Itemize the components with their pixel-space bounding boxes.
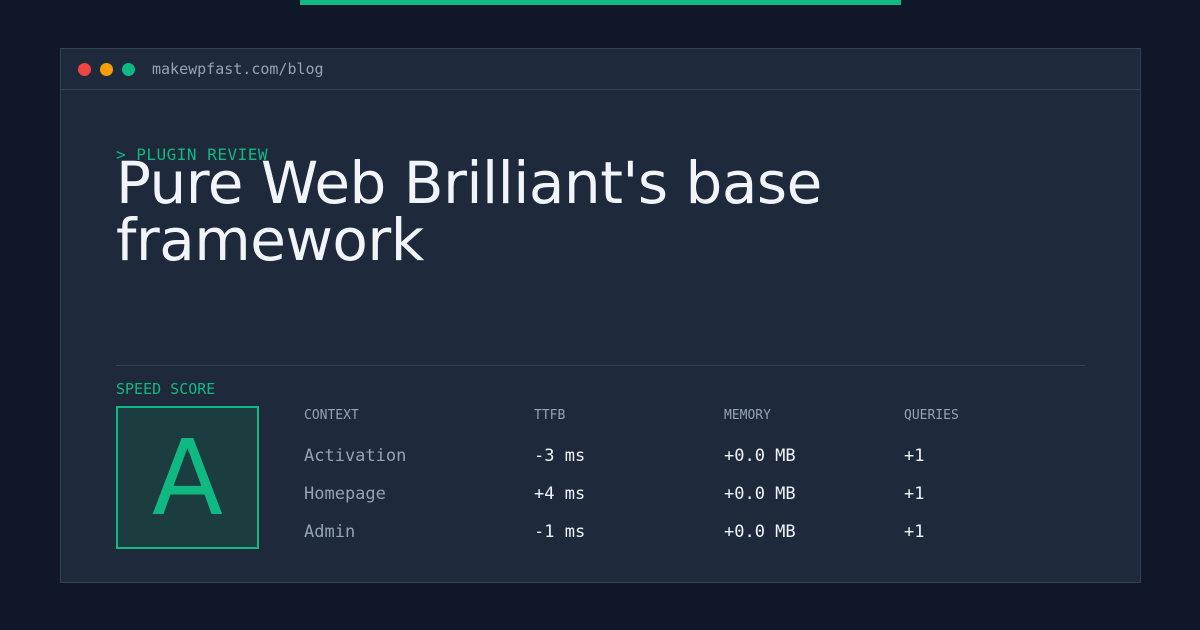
row-homepage-context: Homepage (304, 484, 386, 504)
section-divider (116, 365, 1085, 366)
row-admin-ttfb: -1 ms (534, 522, 586, 542)
row-activation-ttfb: -3 ms (534, 446, 586, 466)
row-homepage-memory: +0.0 MB (724, 484, 796, 504)
column-header-context: CONTEXT (304, 408, 359, 423)
column-header-memory: MEMORY (724, 408, 771, 423)
close-dot-icon[interactable] (78, 63, 91, 76)
top-accent-bar (300, 0, 901, 5)
speed-grade-badge: A (116, 406, 259, 549)
row-admin-queries: +1 (904, 522, 925, 542)
speed-grade-letter: A (151, 417, 224, 539)
column-header-ttfb: TTFB (534, 408, 566, 423)
browser-window: makewpfast.com/blog > PLUGIN REVIEW Pure… (60, 48, 1141, 583)
row-activation-queries: +1 (904, 446, 925, 466)
row-homepage-queries: +1 (904, 484, 925, 504)
row-activation-memory: +0.0 MB (724, 446, 796, 466)
address-url: makewpfast.com/blog (152, 60, 324, 78)
maximize-dot-icon[interactable] (122, 63, 135, 76)
window-titlebar: makewpfast.com/blog (61, 49, 1140, 90)
column-header-queries: QUERIES (904, 408, 959, 423)
speed-score-label: SPEED SCORE (116, 380, 216, 398)
minimize-dot-icon[interactable] (100, 63, 113, 76)
row-activation-context: Activation (304, 446, 407, 466)
article-title: Pure Web Brilliant's base framework (116, 149, 822, 274)
row-homepage-ttfb: +4 ms (534, 484, 586, 504)
row-admin-memory: +0.0 MB (724, 522, 796, 542)
row-admin-context: Admin (304, 522, 356, 542)
